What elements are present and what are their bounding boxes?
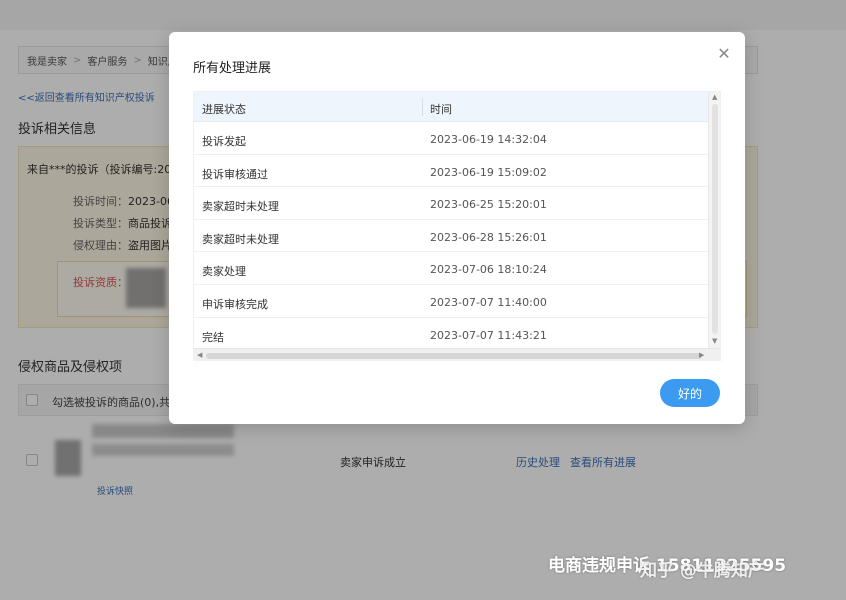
- progress-dialog: 所有处理进展 ✕ 进展状态 时间 投诉发起 2023-06-19 14:32:0…: [169, 32, 745, 424]
- horizontal-scroll-thumb[interactable]: [206, 353, 702, 359]
- row-time: 2023-06-19 15:09:02: [430, 165, 547, 179]
- row-time: 2023-06-28 15:26:01: [430, 230, 547, 244]
- watermark-text-zhihu: 知乎 @牛腾知产: [640, 561, 765, 581]
- row-status: 卖家超时未处理: [202, 200, 279, 214]
- scroll-right-arrow-icon[interactable]: ▶: [699, 351, 704, 359]
- table-row: 申诉审核完成 2023-07-07 11:40:00: [194, 285, 708, 318]
- row-status: 申诉审核完成: [202, 298, 268, 311]
- table-header: 进展状态 时间: [194, 92, 708, 122]
- row-time: 2023-07-06 18:10:24: [430, 263, 547, 277]
- table-row: 投诉发起 2023-06-19 14:32:04: [194, 122, 708, 155]
- row-status: 投诉发起: [202, 135, 246, 148]
- column-divider: [422, 98, 423, 116]
- row-time: 2023-06-19 14:32:04: [430, 133, 547, 146]
- scroll-down-arrow-icon[interactable]: ▼: [712, 337, 717, 345]
- column-header-status: 进展状态: [202, 103, 246, 116]
- row-status: 卖家处理: [202, 265, 246, 279]
- row-time: 2023-06-25 15:20:01: [430, 198, 547, 212]
- table-row: 卖家超时未处理 2023-06-25 15:20:01: [194, 187, 708, 220]
- ok-button[interactable]: 好的: [660, 379, 720, 407]
- vertical-scroll-thumb[interactable]: [712, 104, 718, 334]
- table-row: 完结 2023-07-07 11:43:21: [194, 318, 708, 351]
- row-status: 卖家超时未处理: [202, 232, 279, 246]
- row-time: 2023-07-07 11:40:00: [430, 296, 547, 309]
- row-status: 投诉审核通过: [202, 167, 268, 181]
- close-icon[interactable]: ✕: [715, 44, 733, 63]
- table-row: 卖家处理 2023-07-06 18:10:24: [194, 252, 708, 285]
- vertical-scrollbar[interactable]: ▲ ▼: [708, 92, 720, 348]
- table-row: 卖家超时未处理 2023-06-28 15:26:01: [194, 220, 708, 253]
- column-header-time: 时间: [430, 103, 452, 116]
- row-status: 完结: [202, 330, 224, 344]
- dialog-title: 所有处理进展: [193, 61, 272, 76]
- horizontal-scrollbar[interactable]: ◀ ▶: [194, 348, 720, 360]
- scroll-left-arrow-icon[interactable]: ◀: [197, 351, 202, 359]
- progress-table: 进展状态 时间 投诉发起 2023-06-19 14:32:04 投诉审核通过 …: [193, 91, 721, 361]
- row-time: 2023-07-07 11:43:21: [430, 328, 547, 342]
- table-row: 投诉审核通过 2023-06-19 15:09:02: [194, 155, 708, 188]
- scroll-up-arrow-icon[interactable]: ▲: [712, 93, 717, 101]
